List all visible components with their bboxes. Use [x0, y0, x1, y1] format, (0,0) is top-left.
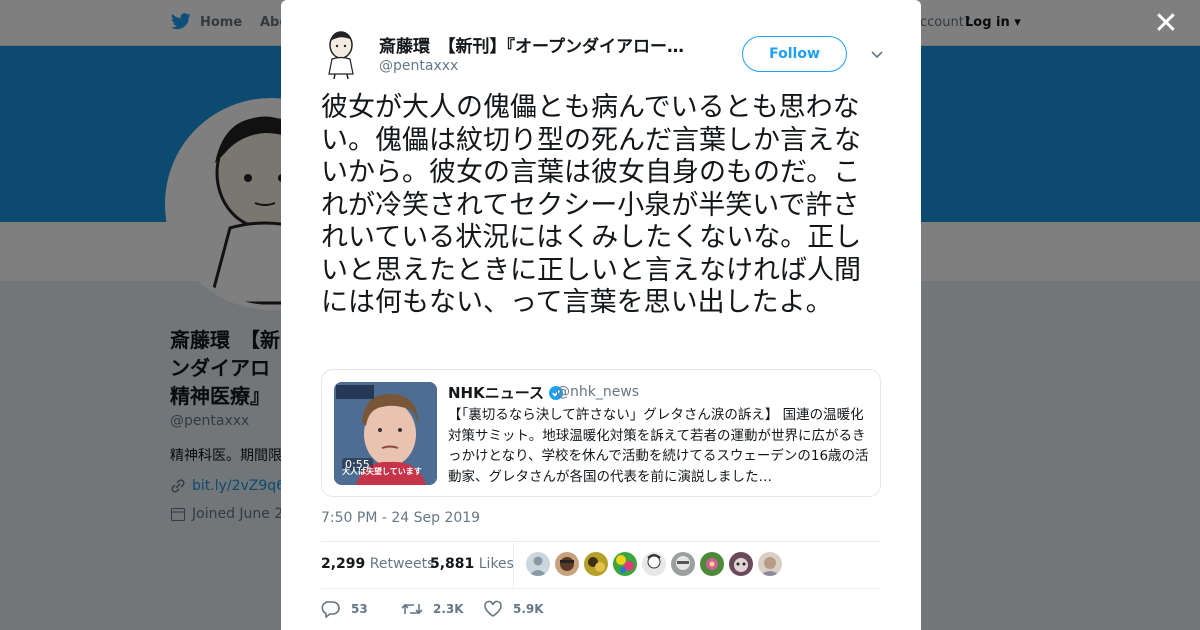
tweet-author: 斎藤環 【新刊】『オープンダイアローグがひらく精神医療』 @pentaxxx F… — [321, 30, 883, 82]
retweet-icon — [401, 603, 423, 615]
liker-avatar[interactable] — [671, 552, 695, 576]
liker-avatar[interactable] — [613, 552, 637, 576]
author-name[interactable]: 斎藤環 【新刊】『オープンダイアローグがひらく精神医療』 — [379, 32, 689, 57]
author-avatar[interactable] — [321, 30, 361, 80]
retweets-stat[interactable]: 2,299 Retweets — [321, 556, 434, 572]
liker-avatar[interactable] — [642, 552, 666, 576]
quoted-tweet-text: 【「裏切るなら決して許さない」グレタさん涙の訴え】 国連の温暖化対策サミット。地… — [448, 407, 869, 485]
quoted-author-handle[interactable]: @nhk_news — [556, 384, 639, 400]
video-thumbnail[interactable]: 0:55 大人は失望しています — [334, 382, 437, 485]
tweet-text: 彼女が大人の傀儡とも病んでいるとも思わない。傀儡は紋切り型の死んだ言葉しか言えな… — [321, 92, 862, 318]
reply-icon — [321, 601, 340, 618]
divider — [321, 541, 881, 542]
author-handle[interactable]: @pentaxxx — [379, 58, 458, 74]
quoted-tweet-card[interactable]: 0:55 大人は失望しています NHKニュース @nhk_news 【「裏切るな… — [321, 369, 881, 497]
video-caption: 大人は失望しています — [342, 467, 422, 476]
tweet-actions: 53 2.3K 5.9K — [321, 600, 881, 624]
divider — [321, 588, 881, 589]
like-count: 5.9K — [513, 602, 544, 616]
tweet-stats: 2,299 Retweets 5,881 Likes — [321, 543, 881, 587]
liker-avatar[interactable] — [700, 552, 724, 576]
close-icon[interactable]: ✕ — [1152, 9, 1180, 39]
tweet-modal: 斎藤環 【新刊】『オープンダイアローグがひらく精神医療』 @pentaxxx F… — [281, 0, 921, 630]
chevron-down-icon[interactable] — [867, 44, 887, 64]
likers-avatars — [526, 552, 782, 576]
liker-avatar[interactable] — [729, 552, 753, 576]
like-button[interactable]: 5.9K — [483, 600, 544, 618]
reply-count: 53 — [351, 602, 368, 616]
liker-avatar[interactable] — [584, 552, 608, 576]
retweet-count: 2.3K — [433, 602, 464, 616]
liker-avatar[interactable] — [526, 552, 550, 576]
quoted-author-name: NHKニュース — [448, 384, 544, 402]
tweet-timestamp[interactable]: 7:50 PM - 24 Sep 2019 — [321, 510, 480, 526]
reply-button[interactable]: 53 — [321, 600, 368, 618]
stats-separator — [513, 543, 514, 587]
likes-stat[interactable]: 5,881 Likes — [430, 556, 514, 572]
likes-count: 5,881 — [430, 556, 475, 572]
retweets-label: Retweets — [369, 556, 435, 572]
heart-icon — [484, 600, 502, 617]
quoted-author[interactable]: NHKニュース — [448, 382, 564, 403]
liker-avatar[interactable] — [758, 552, 782, 576]
retweets-count: 2,299 — [321, 556, 366, 572]
likes-label: Likes — [478, 556, 514, 572]
liker-avatar[interactable] — [555, 552, 579, 576]
follow-button[interactable]: Follow — [742, 36, 847, 72]
retweet-button[interactable]: 2.3K — [401, 600, 464, 618]
